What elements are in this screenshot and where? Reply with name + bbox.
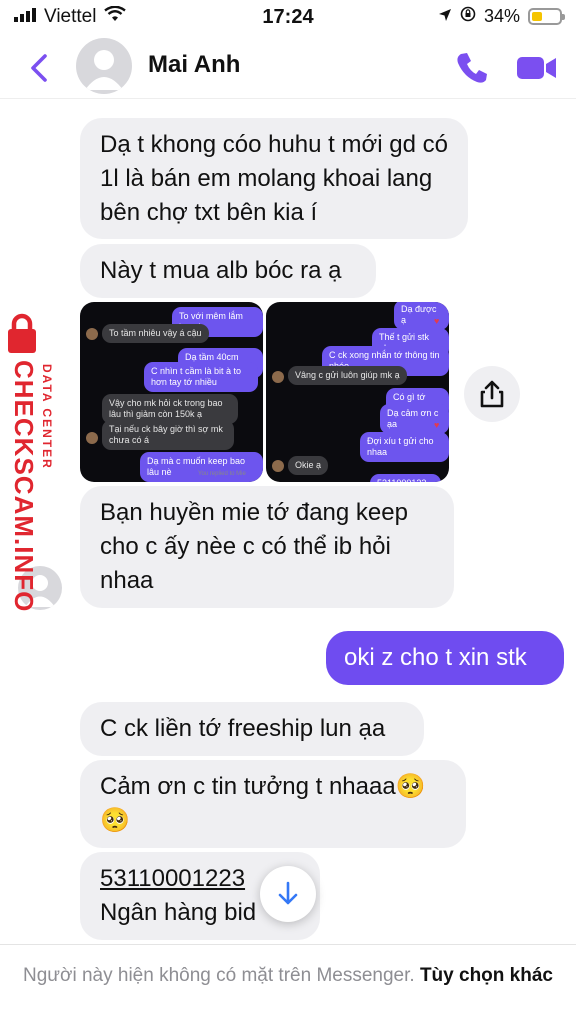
location-icon	[438, 6, 452, 27]
notice-text: Người này hiện không có mặt trên Messeng…	[23, 965, 415, 986]
person-icon	[85, 50, 123, 90]
shared-image[interactable]: Dạ được ạ ♥ Thế t gửi stk nhaa C ck xong…	[266, 302, 449, 482]
message-list[interactable]: Dạ t khong cóo huhu t mới gd có 1l là bá…	[0, 98, 576, 944]
message-text: Dạ t khong cóo huhu t mới gd có 1l là bá…	[100, 131, 448, 226]
scroll-to-bottom-button[interactable]	[260, 866, 316, 922]
mini-avatar	[272, 371, 284, 383]
shot-message: Đợi xíu t gửi cho nhaa	[360, 432, 449, 462]
chevron-left-icon	[31, 54, 47, 82]
shot-message: C nhìn t cầm là bit à to hơn tay tớ nhiề…	[144, 362, 258, 392]
status-bar: Viettel 17:24 34%	[0, 0, 576, 34]
shot-message: Okie ạ	[288, 456, 329, 475]
heart-reaction-icon: ♥	[434, 316, 440, 326]
message-text: Này t mua alb bóc ra ạ	[100, 257, 342, 284]
arrow-down-icon	[278, 881, 298, 905]
shot-message: To tầm nhiêu vậy á cậu	[102, 324, 209, 343]
heart-reaction-icon: ♥	[434, 420, 440, 430]
message-bubble[interactable]: C ck liền tớ freeship lun ạa	[80, 702, 424, 756]
message-bubble[interactable]: Cảm ơn c tin tưởng t nhaaa🥺 🥺	[80, 760, 466, 848]
share-icon	[480, 380, 504, 408]
shot-message: Tại nếu ck bây giờ thì sợ mk chưa có á	[102, 420, 234, 450]
battery-icon	[528, 8, 565, 25]
mini-avatar	[86, 432, 98, 444]
message-bubble[interactable]: Bạn huyền mie tớ đang keep cho c ấy nèe …	[80, 486, 454, 608]
voice-call-button[interactable]	[452, 48, 492, 88]
video-camera-icon	[517, 57, 556, 79]
orientation-lock-icon	[460, 6, 476, 27]
shot-message: Dạ mà c muốn keep bao lâu nè	[140, 452, 263, 482]
shot-message: 5311000122...	[370, 474, 441, 482]
mini-avatar	[86, 328, 98, 340]
phone-icon	[457, 53, 487, 83]
video-call-button[interactable]	[514, 50, 560, 86]
watermark-brand: CHECKSCAM.INFO	[9, 360, 39, 613]
message-text: Bạn huyền mie tớ đang keep cho c ấy nèe …	[100, 499, 408, 594]
message-bubble-outgoing[interactable]: oki z cho t xin stk	[326, 631, 564, 685]
share-button[interactable]	[464, 366, 520, 422]
unavailable-notice: Người này hiện không có mặt trên Messeng…	[0, 944, 576, 1024]
battery-percent: 34%	[483, 6, 520, 26]
message-text: Cảm ơn c tin tưởng t nhaaa🥺 🥺	[100, 773, 426, 834]
contact-avatar[interactable]	[76, 38, 132, 94]
watermark: CHECKSCAM.INFO DATA CENTER	[2, 312, 66, 612]
back-button[interactable]	[20, 48, 60, 88]
lock-icon	[8, 313, 36, 353]
watermark-sub: DATA CENTER	[40, 364, 54, 470]
message-bubble[interactable]: Dạ t khong cóo huhu t mới gd có 1l là bá…	[80, 118, 468, 239]
shot-meta: You replied to Mie	[198, 471, 246, 477]
mini-avatar	[272, 460, 284, 472]
shot-message: Dạ được ạ	[394, 302, 449, 330]
more-options-link[interactable]: Tùy chọn khác	[420, 965, 553, 986]
shot-message: Vâng c gửi luôn giúp mk ạ	[288, 366, 407, 385]
shared-image[interactable]: To với mêm lắm lun ạh To tầm nhiêu vậy á…	[80, 302, 263, 482]
message-text: oki z cho t xin stk	[344, 644, 527, 671]
chat-header: Mai Anh	[0, 34, 576, 99]
contact-name[interactable]: Mai Anh	[148, 51, 240, 79]
message-bubble[interactable]: Này t mua alb bóc ra ạ	[80, 244, 376, 298]
message-text: C ck liền tớ freeship lun ạa	[100, 715, 386, 742]
